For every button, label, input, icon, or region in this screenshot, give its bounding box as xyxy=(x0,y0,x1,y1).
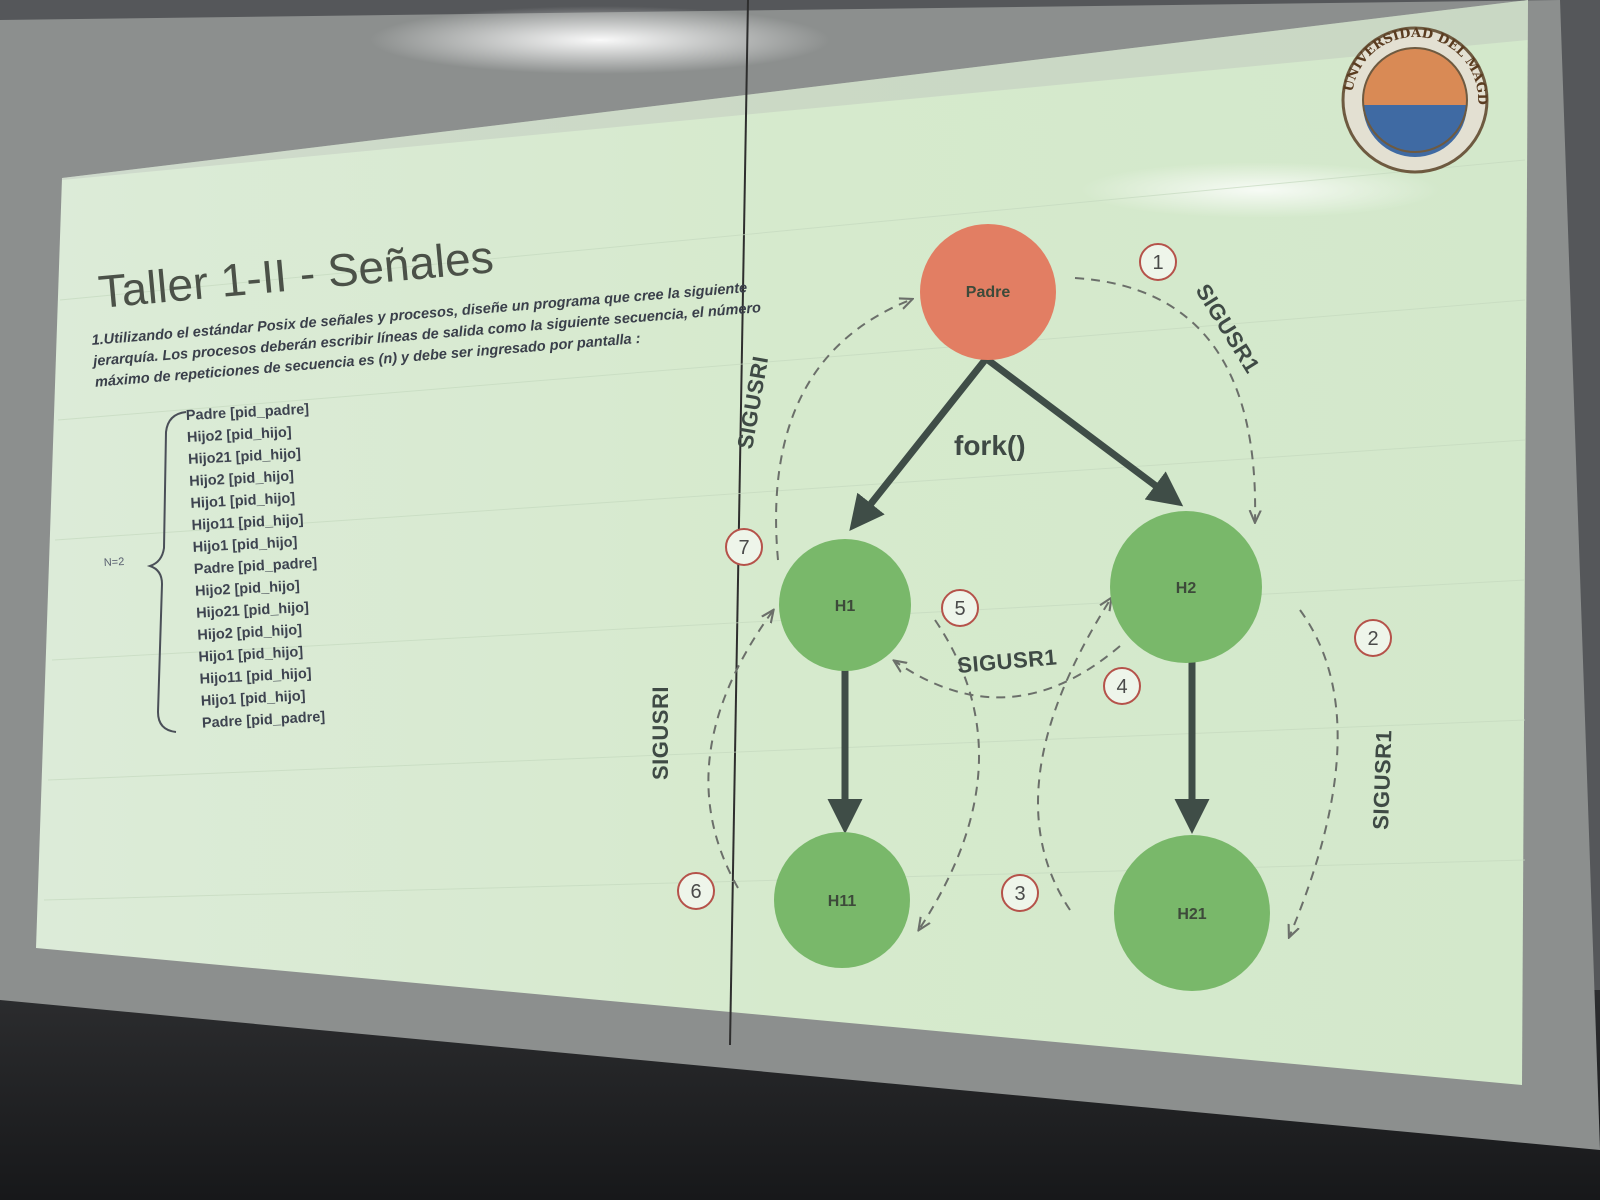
step-marker-4: 4 xyxy=(1103,667,1141,705)
step-marker-1: 1 xyxy=(1139,243,1177,281)
step-marker-3: 3 xyxy=(1001,874,1039,912)
step-number: 5 xyxy=(954,598,965,620)
step-number: 7 xyxy=(738,537,749,559)
node-padre: Padre xyxy=(920,224,1056,360)
node-h2-label: H2 xyxy=(1176,580,1197,597)
node-h1-label: H1 xyxy=(835,598,856,615)
node-h2: H2 xyxy=(1110,511,1262,663)
step-number: 6 xyxy=(690,881,701,903)
step-number: 1 xyxy=(1152,252,1163,274)
node-h21-label: H21 xyxy=(1177,906,1206,923)
step-marker-2: 2 xyxy=(1354,619,1392,657)
step-marker-5: 5 xyxy=(941,589,979,627)
signal-label-2: SIGUSR1 xyxy=(1368,729,1396,830)
signal-label-6: SIGUSRI xyxy=(648,686,673,780)
step-number: 2 xyxy=(1367,628,1378,650)
photo-scene: Taller 1-II - Señales 1.Utilizando el es… xyxy=(0,0,1600,1200)
node-h21: H21 xyxy=(1114,835,1270,991)
n-label: N=2 xyxy=(104,556,125,569)
node-h1: H1 xyxy=(779,539,911,671)
node-padre-label: Padre xyxy=(966,284,1011,301)
node-h11: H11 xyxy=(774,832,910,968)
ceiling-light-glare xyxy=(370,6,830,74)
screen-glare xyxy=(1080,162,1440,218)
fork-label: fork() xyxy=(954,430,1026,461)
step-number: 4 xyxy=(1116,676,1127,698)
step-marker-7: 7 xyxy=(725,528,763,566)
step-marker-6: 6 xyxy=(677,872,715,910)
node-h11-label: H11 xyxy=(828,893,857,910)
step-number: 3 xyxy=(1014,883,1025,905)
